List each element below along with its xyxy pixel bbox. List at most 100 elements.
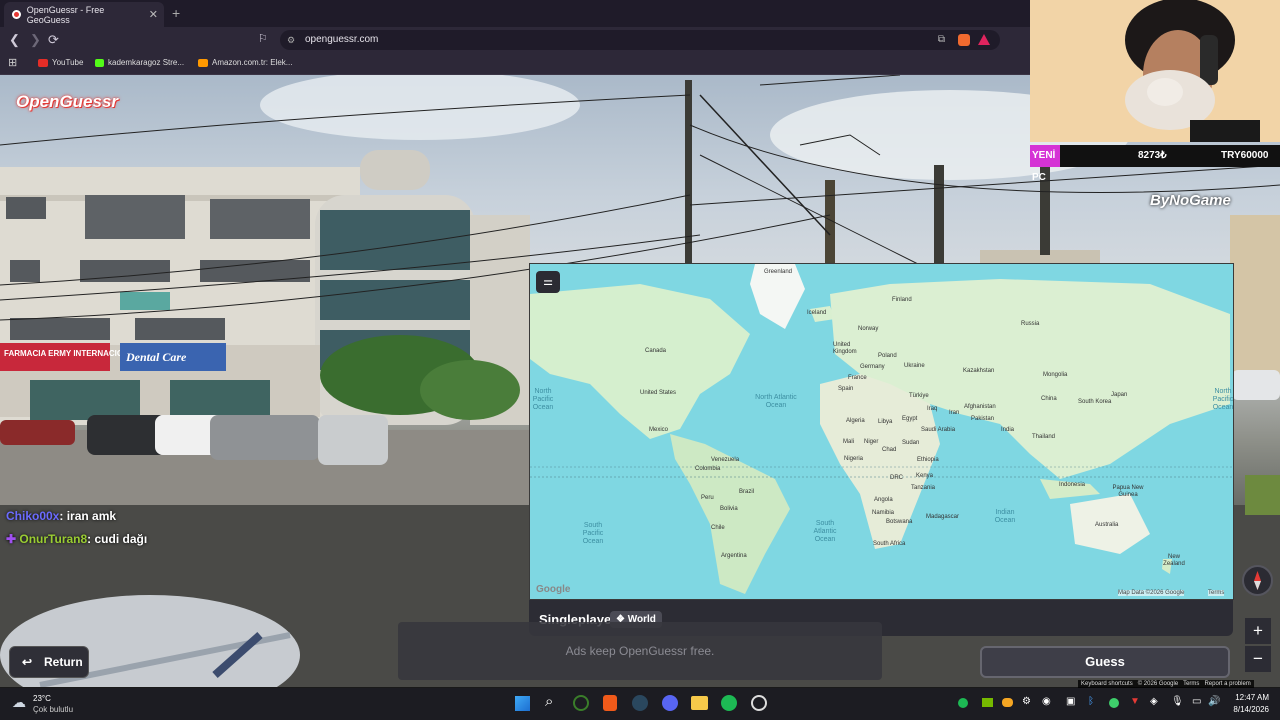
address-toolbar: ❮ ❯ ⟳ ⚐ ⚙ openguessr.com ⧉ bbox=[0, 27, 1030, 53]
back-icon[interactable]: ❮ bbox=[9, 32, 20, 48]
map-label: Algeria bbox=[846, 418, 865, 424]
map-label: Libya bbox=[878, 419, 893, 425]
ocean-label: North Pacific Ocean bbox=[1212, 388, 1234, 411]
map-label: Iraq bbox=[927, 406, 938, 412]
cloud-weather-icon[interactable]: ☁ bbox=[12, 694, 26, 711]
map-label: Kazakhstan bbox=[963, 368, 995, 374]
forward-icon[interactable]: ❯ bbox=[30, 32, 41, 48]
map-label: Iceland bbox=[807, 310, 827, 316]
reload-icon[interactable]: ⟳ bbox=[48, 32, 59, 48]
map-label: Venezuela bbox=[711, 457, 740, 463]
clock-time[interactable]: 12:47 AM bbox=[1229, 693, 1269, 702]
site-info-icon[interactable]: ⚙ bbox=[287, 30, 295, 50]
bookmark-youtube[interactable]: YouTube bbox=[38, 58, 83, 67]
apps-grid-icon[interactable]: ⊞ bbox=[8, 56, 17, 69]
map-label: China bbox=[1041, 396, 1057, 402]
zoom-in-button[interactable]: + bbox=[1245, 618, 1271, 644]
tray-app-icon[interactable]: ▣ bbox=[1066, 696, 1075, 707]
network-icon[interactable]: ▭ bbox=[1192, 696, 1201, 707]
map-label: Chile bbox=[711, 525, 725, 531]
ocean-label: South Pacific Ocean bbox=[582, 522, 604, 545]
brave-rewards-icon[interactable] bbox=[978, 34, 990, 45]
clock-date[interactable]: 8/14/2026 bbox=[1224, 705, 1269, 714]
google-watermark: Google bbox=[536, 584, 571, 595]
browser-tab[interactable]: OpenGuessr - Free GeoGuess ✕ bbox=[4, 2, 164, 27]
sponsor-logo: ByNoGame bbox=[1150, 192, 1231, 209]
guess-map[interactable]: Greenland Iceland Finland Norway Canada … bbox=[529, 263, 1234, 600]
tray-green-icon[interactable] bbox=[1109, 698, 1119, 708]
map-label: Finland bbox=[892, 297, 912, 303]
windows-taskbar: ☁ 23°C Çok bulutlu ⌕ ⚙ ◉ ▣ ᛒ ▼ ◈ 🎙 ▭ 🔊 1… bbox=[0, 688, 1280, 720]
bookmark-kick[interactable]: kademkaragoz Stre... bbox=[95, 58, 184, 67]
map-label: Tanzania bbox=[911, 485, 936, 491]
map-label: New Zealand bbox=[1163, 554, 1185, 567]
volume-icon[interactable]: 🔊 bbox=[1208, 696, 1220, 707]
microphone-icon[interactable]: 🎙 bbox=[1171, 696, 1184, 707]
map-label: Norway bbox=[858, 326, 879, 332]
tray-spotify-icon[interactable] bbox=[958, 698, 968, 708]
zoom-out-button[interactable]: − bbox=[1245, 646, 1271, 672]
chat-text: : iran amk bbox=[59, 509, 117, 523]
return-arrow-icon: ↩ bbox=[22, 655, 33, 669]
map-label: United States bbox=[640, 390, 677, 396]
map-label: Indonesia bbox=[1059, 482, 1086, 488]
map-settings-icon[interactable]: ⚌ bbox=[536, 271, 560, 293]
tray-steam-icon[interactable]: ⚙ bbox=[1022, 696, 1031, 707]
map-label: Germany bbox=[860, 364, 885, 370]
brave-shield-icon[interactable] bbox=[958, 34, 970, 46]
map-terms-link[interactable]: Terms bbox=[1208, 590, 1225, 596]
streamer-webcam-image bbox=[1030, 0, 1280, 142]
goal-current: 8273₺ bbox=[1138, 150, 1167, 161]
keyboard-shortcuts-link[interactable]: Keyboard shortcuts bbox=[1081, 681, 1133, 687]
bookmark-icon[interactable]: ⚐ bbox=[258, 32, 268, 45]
spotify-icon[interactable] bbox=[721, 695, 737, 711]
bluetooth-icon[interactable]: ᛒ bbox=[1088, 696, 1094, 707]
report-problem-link[interactable]: Report a problem bbox=[1204, 681, 1250, 687]
map-label: Papua New Guinea bbox=[1112, 485, 1144, 498]
close-tab-icon[interactable]: ✕ bbox=[149, 8, 158, 21]
map-label: Mali bbox=[843, 439, 855, 445]
terms-link[interactable]: Terms bbox=[1183, 681, 1199, 687]
ad-placeholder: Ads keep OpenGuessr free. bbox=[398, 622, 882, 680]
tray-red-icon[interactable]: ▼ bbox=[1130, 696, 1140, 707]
tray-nvidia-icon[interactable] bbox=[982, 698, 993, 707]
bookmark-amazon[interactable]: Amazon.com.tr: Elek... bbox=[198, 58, 292, 67]
steam-icon[interactable] bbox=[632, 695, 648, 711]
tray-steam2-icon[interactable]: ◈ bbox=[1150, 696, 1158, 707]
tray-cloud-icon[interactable] bbox=[1002, 698, 1013, 707]
brave-browser-icon[interactable] bbox=[603, 695, 617, 711]
windows-start-icon[interactable] bbox=[515, 696, 530, 711]
map-label: Ethiopia bbox=[917, 457, 939, 463]
return-button[interactable]: ↩ Return bbox=[9, 646, 89, 678]
xbox-icon[interactable] bbox=[573, 695, 589, 711]
map-label: Russia bbox=[1021, 321, 1040, 327]
ocean-label: South Atlantic Ocean bbox=[813, 520, 837, 543]
map-label: Saudi Arabia bbox=[921, 427, 956, 433]
weather-condition: Çok bulutlu bbox=[33, 705, 74, 714]
file-explorer-icon[interactable] bbox=[691, 696, 708, 710]
map-label: Bolivia bbox=[720, 506, 738, 512]
weather-temperature: 23°C bbox=[33, 694, 51, 703]
chat-message: ✚ OnurTuran8: cudi dağı bbox=[6, 532, 147, 546]
url-field[interactable]: ⚙ openguessr.com ⧉ bbox=[280, 30, 1000, 50]
new-tab-icon[interactable]: + bbox=[172, 5, 180, 21]
compass-icon[interactable] bbox=[1242, 565, 1273, 596]
map-label: DRC bbox=[890, 475, 903, 481]
openguessr-logo[interactable]: OpenGuessr bbox=[16, 92, 118, 112]
map-label: Angola bbox=[874, 497, 893, 503]
obs-icon[interactable] bbox=[751, 695, 767, 711]
guess-button[interactable]: Guess bbox=[980, 646, 1230, 678]
map-label: Japan bbox=[1111, 392, 1128, 398]
translate-icon[interactable]: ⧉ bbox=[938, 30, 945, 50]
webcam-overlay bbox=[1030, 0, 1280, 142]
ocean-label: Indian Ocean bbox=[994, 509, 1016, 524]
map-label: Kenya bbox=[916, 473, 934, 479]
map-label: France bbox=[848, 375, 867, 381]
map-label: Niger bbox=[864, 439, 879, 445]
map-label: Namibia bbox=[872, 510, 895, 516]
search-icon[interactable]: ⌕ bbox=[545, 693, 553, 710]
map-label: Argentina bbox=[721, 553, 747, 559]
discord-icon[interactable] bbox=[662, 695, 678, 711]
chat-badge-icon: ✚ bbox=[6, 532, 20, 546]
tray-discord-icon[interactable]: ◉ bbox=[1042, 696, 1051, 707]
